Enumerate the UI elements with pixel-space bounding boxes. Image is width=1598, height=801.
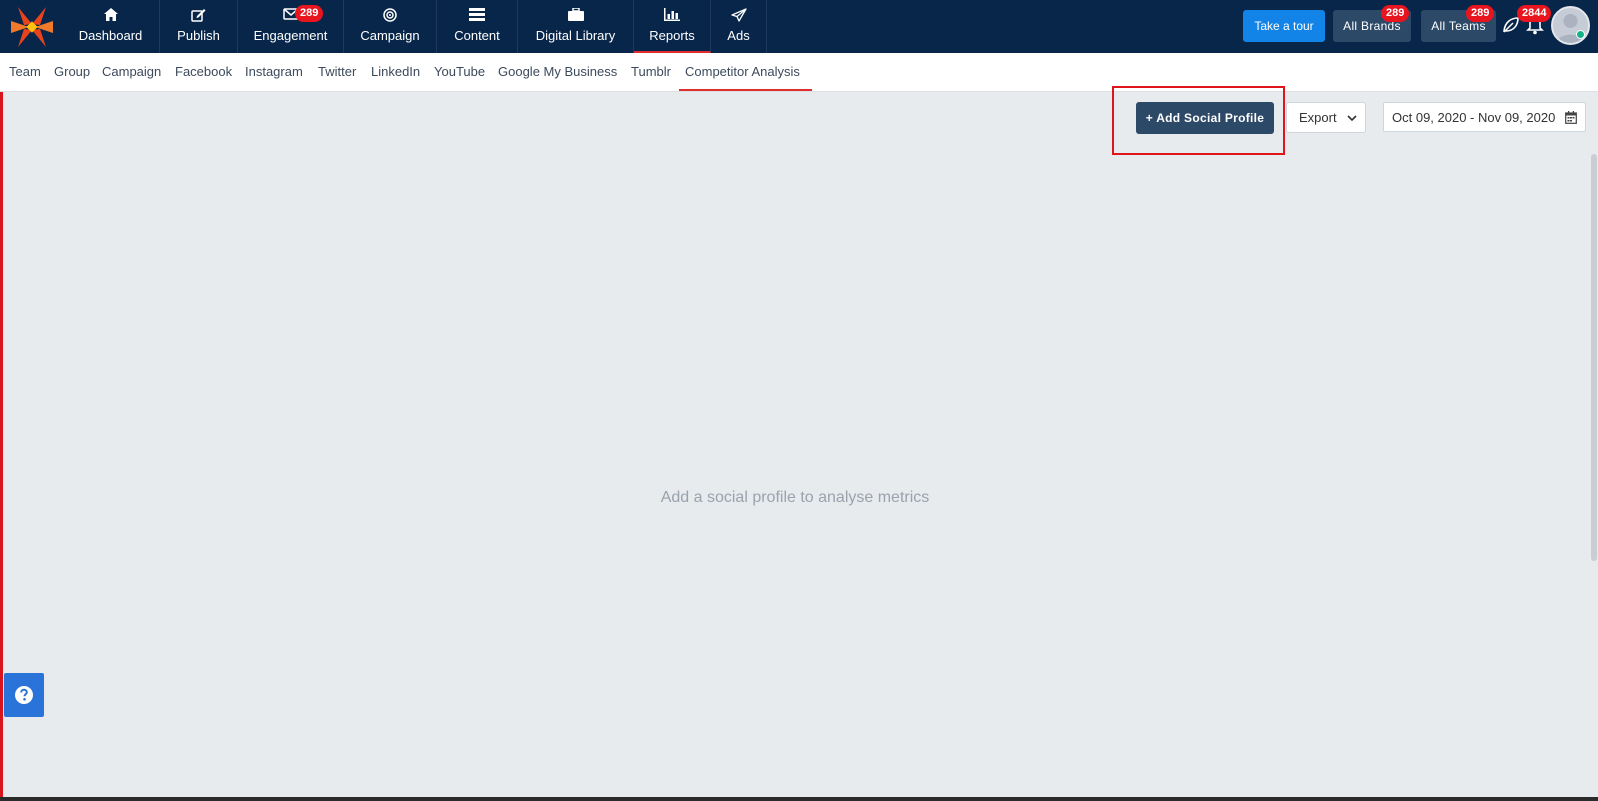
subnav-tumblr[interactable]: Tumblr — [631, 64, 671, 79]
nav-publish-label: Publish — [177, 28, 220, 43]
edit-icon — [191, 9, 206, 22]
top-navigation: Dashboard Publish Engagement 289 Campaig… — [0, 0, 1598, 53]
subnav-team[interactable]: Team — [9, 64, 41, 79]
nav-content-label: Content — [454, 28, 500, 43]
subnav-instagram[interactable]: Instagram — [245, 64, 303, 79]
notifications-badge: 2844 — [1517, 5, 1552, 22]
nav-publish[interactable]: Publish — [160, 0, 238, 53]
list-icon — [469, 8, 485, 21]
nav-ads[interactable]: Ads — [711, 0, 767, 53]
user-avatar[interactable] — [1551, 6, 1590, 45]
take-a-tour-button[interactable]: Take a tour — [1243, 10, 1325, 42]
brand-logo[interactable] — [8, 4, 56, 50]
leaf-icon[interactable] — [1502, 16, 1520, 34]
paper-plane-icon — [730, 8, 747, 22]
scrollbar-thumb[interactable] — [1591, 154, 1597, 561]
briefcase-icon — [567, 8, 584, 21]
subnav-linkedin[interactable]: LinkedIn — [371, 64, 420, 79]
subnav-group[interactable]: Group — [54, 64, 90, 79]
subnav-twitter[interactable]: Twitter — [318, 64, 356, 79]
nav-engagement-label: Engagement — [253, 28, 328, 43]
highlight-box — [1112, 86, 1285, 155]
help-button[interactable] — [4, 673, 44, 717]
teams-badge: 289 — [1466, 5, 1495, 22]
bar-chart-icon — [664, 8, 680, 21]
subnav-competitor-analysis[interactable]: Competitor Analysis — [685, 64, 800, 79]
nav-digital-library-label: Digital Library — [535, 28, 616, 43]
reports-subnav: Team Group Campaign Facebook Instagram T… — [0, 53, 1598, 92]
nav-digital-library[interactable]: Digital Library — [518, 0, 634, 53]
nav-reports-label: Reports — [649, 28, 695, 43]
engagement-badge: 289 — [295, 5, 324, 22]
chevron-down-icon — [1347, 115, 1357, 122]
nav-dashboard[interactable]: Dashboard — [62, 0, 160, 53]
subnav-google-my-business[interactable]: Google My Business — [498, 64, 617, 79]
home-icon — [103, 8, 118, 21]
question-circle-icon — [15, 686, 33, 704]
nav-campaign[interactable]: Campaign — [344, 0, 437, 53]
bottom-bar — [0, 797, 1598, 801]
nav-content[interactable]: Content — [437, 0, 518, 53]
date-range-picker[interactable]: Oct 09, 2020 - Nov 09, 2020 — [1383, 102, 1586, 132]
nav-reports[interactable]: Reports — [634, 0, 711, 53]
date-range-value: Oct 09, 2020 - Nov 09, 2020 — [1392, 109, 1556, 125]
brands-badge: 289 — [1381, 5, 1410, 22]
calendar-icon — [1565, 111, 1577, 124]
nav-dashboard-label: Dashboard — [78, 28, 143, 43]
target-icon — [383, 8, 397, 22]
subnav-facebook[interactable]: Facebook — [175, 64, 232, 79]
subnav-campaign[interactable]: Campaign — [102, 64, 161, 79]
subnav-youtube[interactable]: YouTube — [434, 64, 485, 79]
export-select[interactable]: Export — [1286, 102, 1366, 133]
active-tab-indicator — [679, 89, 812, 91]
nav-ads-label: Ads — [727, 28, 750, 43]
left-red-edge — [0, 92, 3, 801]
export-label: Export — [1299, 110, 1337, 125]
empty-state-message: Add a social profile to analyse metrics — [660, 489, 930, 506]
online-status-dot — [1576, 30, 1585, 39]
nav-engagement[interactable]: Engagement 289 — [238, 0, 344, 53]
nav-campaign-label: Campaign — [360, 28, 420, 43]
